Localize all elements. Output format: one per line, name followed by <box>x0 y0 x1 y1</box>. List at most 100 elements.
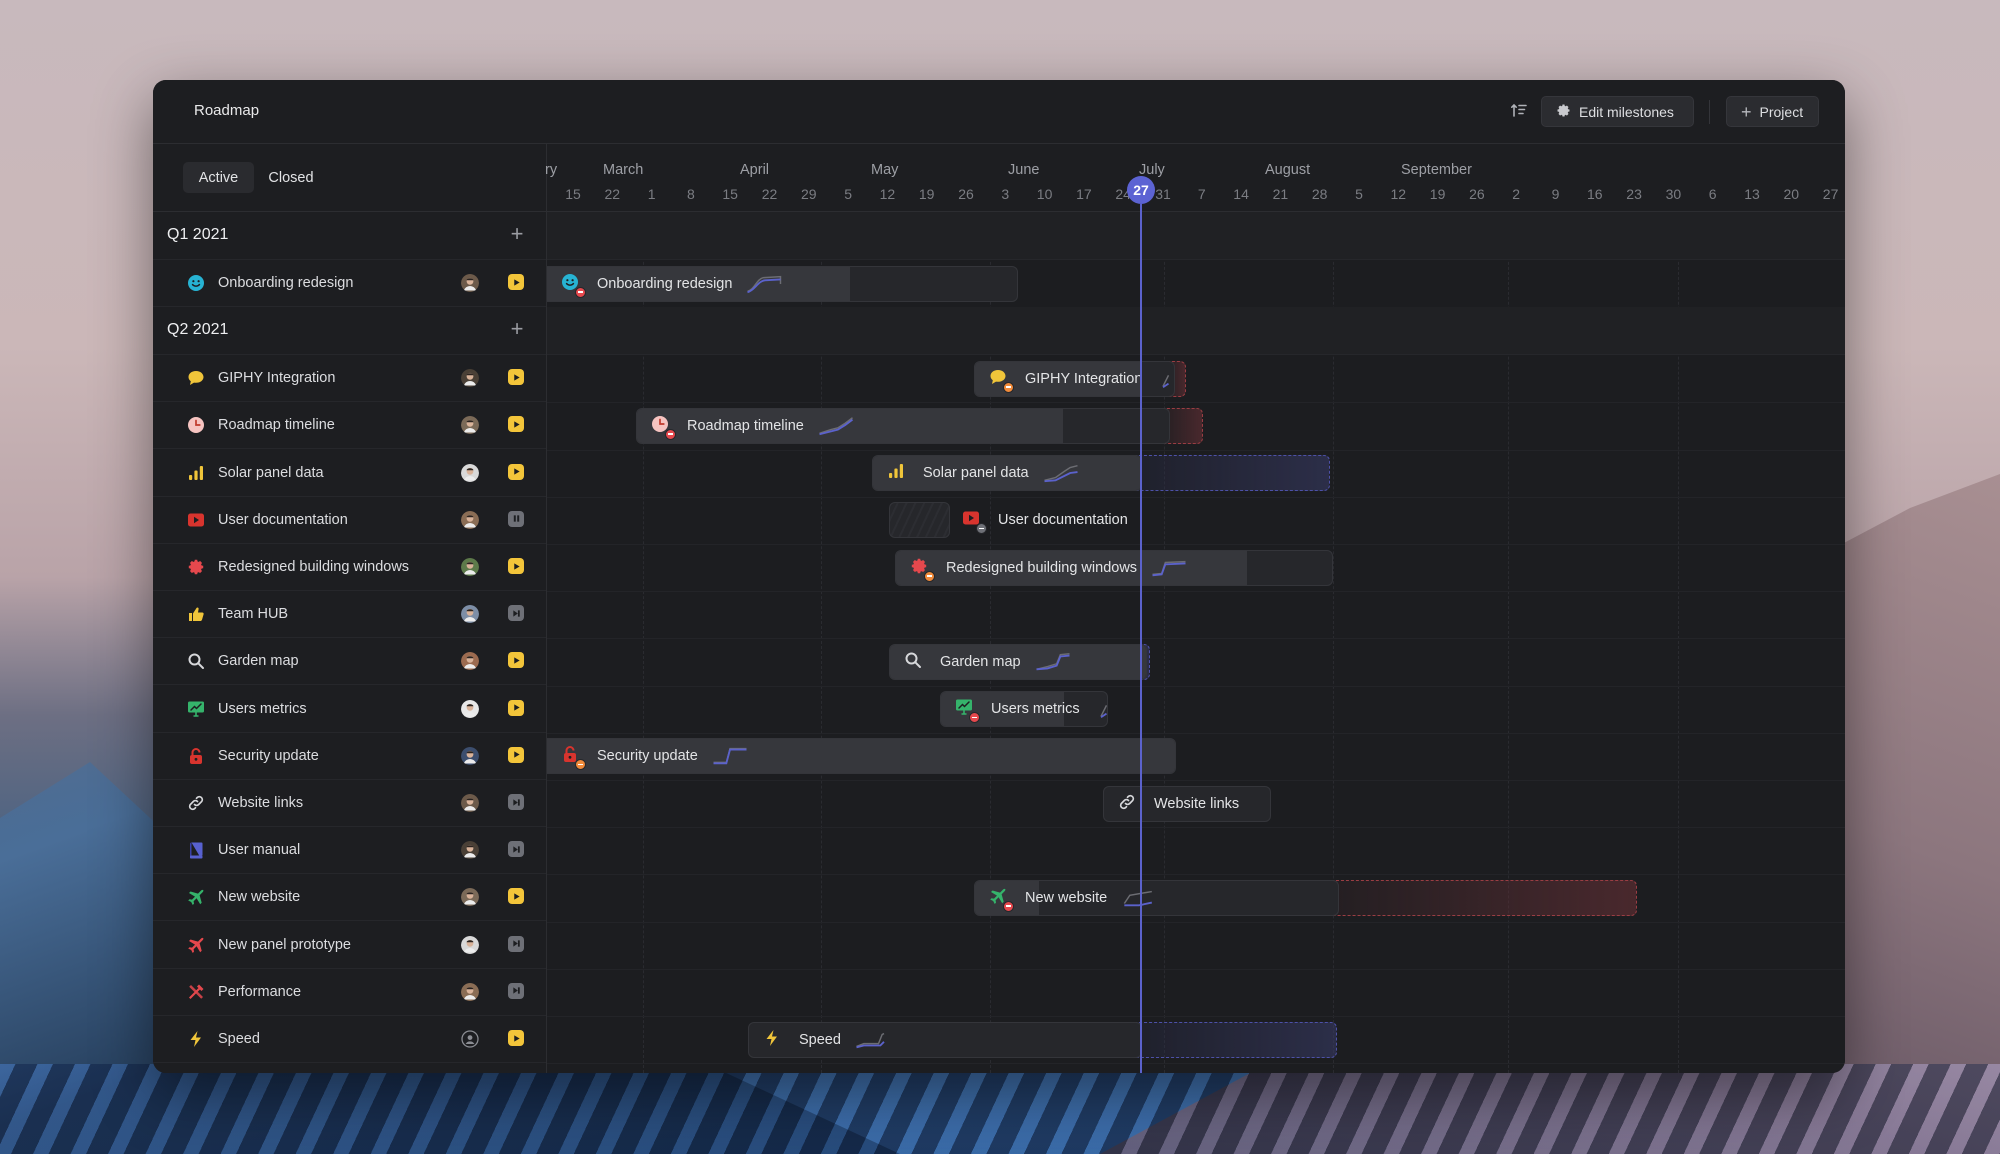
assignee-avatar[interactable] <box>461 746 479 765</box>
project-row[interactable]: New panel prototype <box>153 922 546 969</box>
quarter-label: Q2 2021 <box>167 321 229 339</box>
status-play-icon[interactable] <box>508 746 524 763</box>
week-day-label: 17 <box>1076 186 1092 202</box>
status-skip-icon[interactable] <box>508 605 524 622</box>
project-row[interactable]: Solar panel data <box>153 450 546 497</box>
week-day-label: 21 <box>1272 186 1289 202</box>
status-play-icon[interactable] <box>508 888 524 905</box>
status-play-icon[interactable] <box>508 699 524 716</box>
timeline-row-divider <box>547 732 1845 734</box>
week-day-label: 8 <box>686 186 695 202</box>
week-day-label: 9 <box>1551 186 1560 202</box>
gantt-bar[interactable]: Solar panel data <box>872 455 1142 492</box>
status-play-icon[interactable] <box>508 463 524 480</box>
project-row[interactable]: Speed <box>153 1016 546 1063</box>
assignee-avatar[interactable] <box>461 463 479 482</box>
gantt-bar-label[interactable]: User documentation <box>962 502 1128 538</box>
assignee-avatar[interactable] <box>461 652 479 671</box>
timeline-row-divider <box>547 1016 1845 1017</box>
gantt-bar[interactable]: GIPHY Integration <box>974 360 1175 397</box>
airplane-icon <box>989 887 1014 912</box>
project-row[interactable]: Users metrics <box>153 686 546 733</box>
assignee-avatar[interactable] <box>461 841 479 860</box>
month-label: June <box>1008 162 1040 178</box>
assignee-avatar[interactable] <box>461 1030 479 1048</box>
assignee-avatar[interactable] <box>461 558 479 576</box>
project-row[interactable]: Onboarding redesign <box>153 260 546 307</box>
project-row[interactable]: Garden map <box>153 638 546 686</box>
assignee-avatar[interactable] <box>461 510 479 529</box>
project-name: New website <box>218 889 301 906</box>
add-to-quarter-button[interactable]: + <box>506 223 528 246</box>
gantt-bar[interactable]: New website <box>974 879 1339 916</box>
status-play-icon[interactable] <box>508 1030 524 1046</box>
project-row[interactable]: User documentation <box>153 497 546 544</box>
week-day-label: 19 <box>918 186 935 202</box>
status-play-icon[interactable] <box>508 274 524 290</box>
status-skip-icon[interactable] <box>508 841 524 858</box>
tab-active[interactable]: Active <box>183 162 254 193</box>
project-row[interactable]: Redesigned building windows <box>153 544 546 591</box>
gantt-bar[interactable]: Redesigned building windows <box>895 549 1333 586</box>
gantt-bar[interactable]: Onboarding redesign <box>547 265 1018 302</box>
project-row[interactable]: Performance <box>153 969 546 1016</box>
week-day-label: 22 <box>604 186 621 202</box>
status-skip-icon[interactable] <box>508 935 524 952</box>
week-day-label: 26 <box>958 186 974 202</box>
book-icon <box>187 841 205 859</box>
status-play-icon[interactable] <box>508 652 524 669</box>
tab-closed[interactable]: Closed <box>256 162 326 193</box>
sort-icon[interactable] <box>1510 101 1528 119</box>
assignee-avatar[interactable] <box>461 794 479 812</box>
project-row[interactable]: Website links <box>153 780 546 827</box>
project-row[interactable]: Security update <box>153 733 546 780</box>
project-name: Garden map <box>218 653 299 670</box>
gantt-bar[interactable]: Speed <box>748 1021 1142 1058</box>
status-play-icon[interactable] <box>508 558 524 574</box>
link-icon <box>1118 793 1140 815</box>
tools-icon <box>187 983 205 1001</box>
status-play-icon[interactable] <box>508 416 524 433</box>
project-row[interactable]: GIPHY Integration <box>153 355 546 403</box>
status-skip-icon[interactable] <box>508 794 524 810</box>
progress-sparkline <box>747 275 782 293</box>
add-to-quarter-button[interactable]: + <box>506 318 528 341</box>
project-row[interactable]: New website <box>153 874 546 922</box>
add-project-button[interactable]: + Project <box>1726 96 1819 127</box>
month-label: April <box>740 162 770 178</box>
gantt-bar[interactable]: Security update <box>547 738 1176 775</box>
assignee-avatar[interactable] <box>461 416 479 435</box>
gantt-bar[interactable]: Users metrics <box>940 691 1108 728</box>
month-label: August <box>1265 162 1311 178</box>
timeline-header: ry March April May June July August September 15… <box>545 144 1845 212</box>
assignee-avatar[interactable] <box>461 982 479 1001</box>
project-row[interactable]: Team HUB <box>153 591 546 639</box>
month-label: March <box>603 162 644 178</box>
month-label: ry <box>545 162 558 178</box>
progress-sparkline <box>856 1032 885 1048</box>
search-icon <box>904 651 926 673</box>
timeline-row-divider <box>547 638 1845 640</box>
assignee-avatar[interactable] <box>461 888 479 907</box>
gantt-bar[interactable]: Garden map <box>889 643 1147 680</box>
gantt-bar[interactable]: Website links <box>1103 785 1271 822</box>
edit-milestones-button[interactable]: Edit milestones <box>1541 96 1694 127</box>
status-skip-icon[interactable] <box>508 982 524 999</box>
status-pause-icon[interactable] <box>508 510 524 527</box>
project-name: Users metrics <box>218 700 307 717</box>
unscheduled-placeholder[interactable] <box>889 502 950 539</box>
project-name: Website links <box>218 795 304 811</box>
assignee-avatar[interactable] <box>461 605 479 624</box>
lock-icon <box>561 745 586 771</box>
progress-sparkline <box>1043 465 1078 483</box>
assignee-avatar[interactable] <box>461 369 479 388</box>
assignee-avatar[interactable] <box>461 274 479 292</box>
project-row[interactable]: Roadmap timeline <box>153 402 546 450</box>
gantt-bar-title: User documentation <box>998 512 1128 529</box>
gantt-bar-content: Users metrics <box>941 692 1107 726</box>
project-row[interactable]: User manual <box>153 827 546 875</box>
assignee-avatar[interactable] <box>461 699 479 718</box>
assignee-avatar[interactable] <box>461 935 479 954</box>
status-play-icon[interactable] <box>508 369 524 386</box>
gantt-bar[interactable]: Roadmap timeline <box>636 407 1170 444</box>
